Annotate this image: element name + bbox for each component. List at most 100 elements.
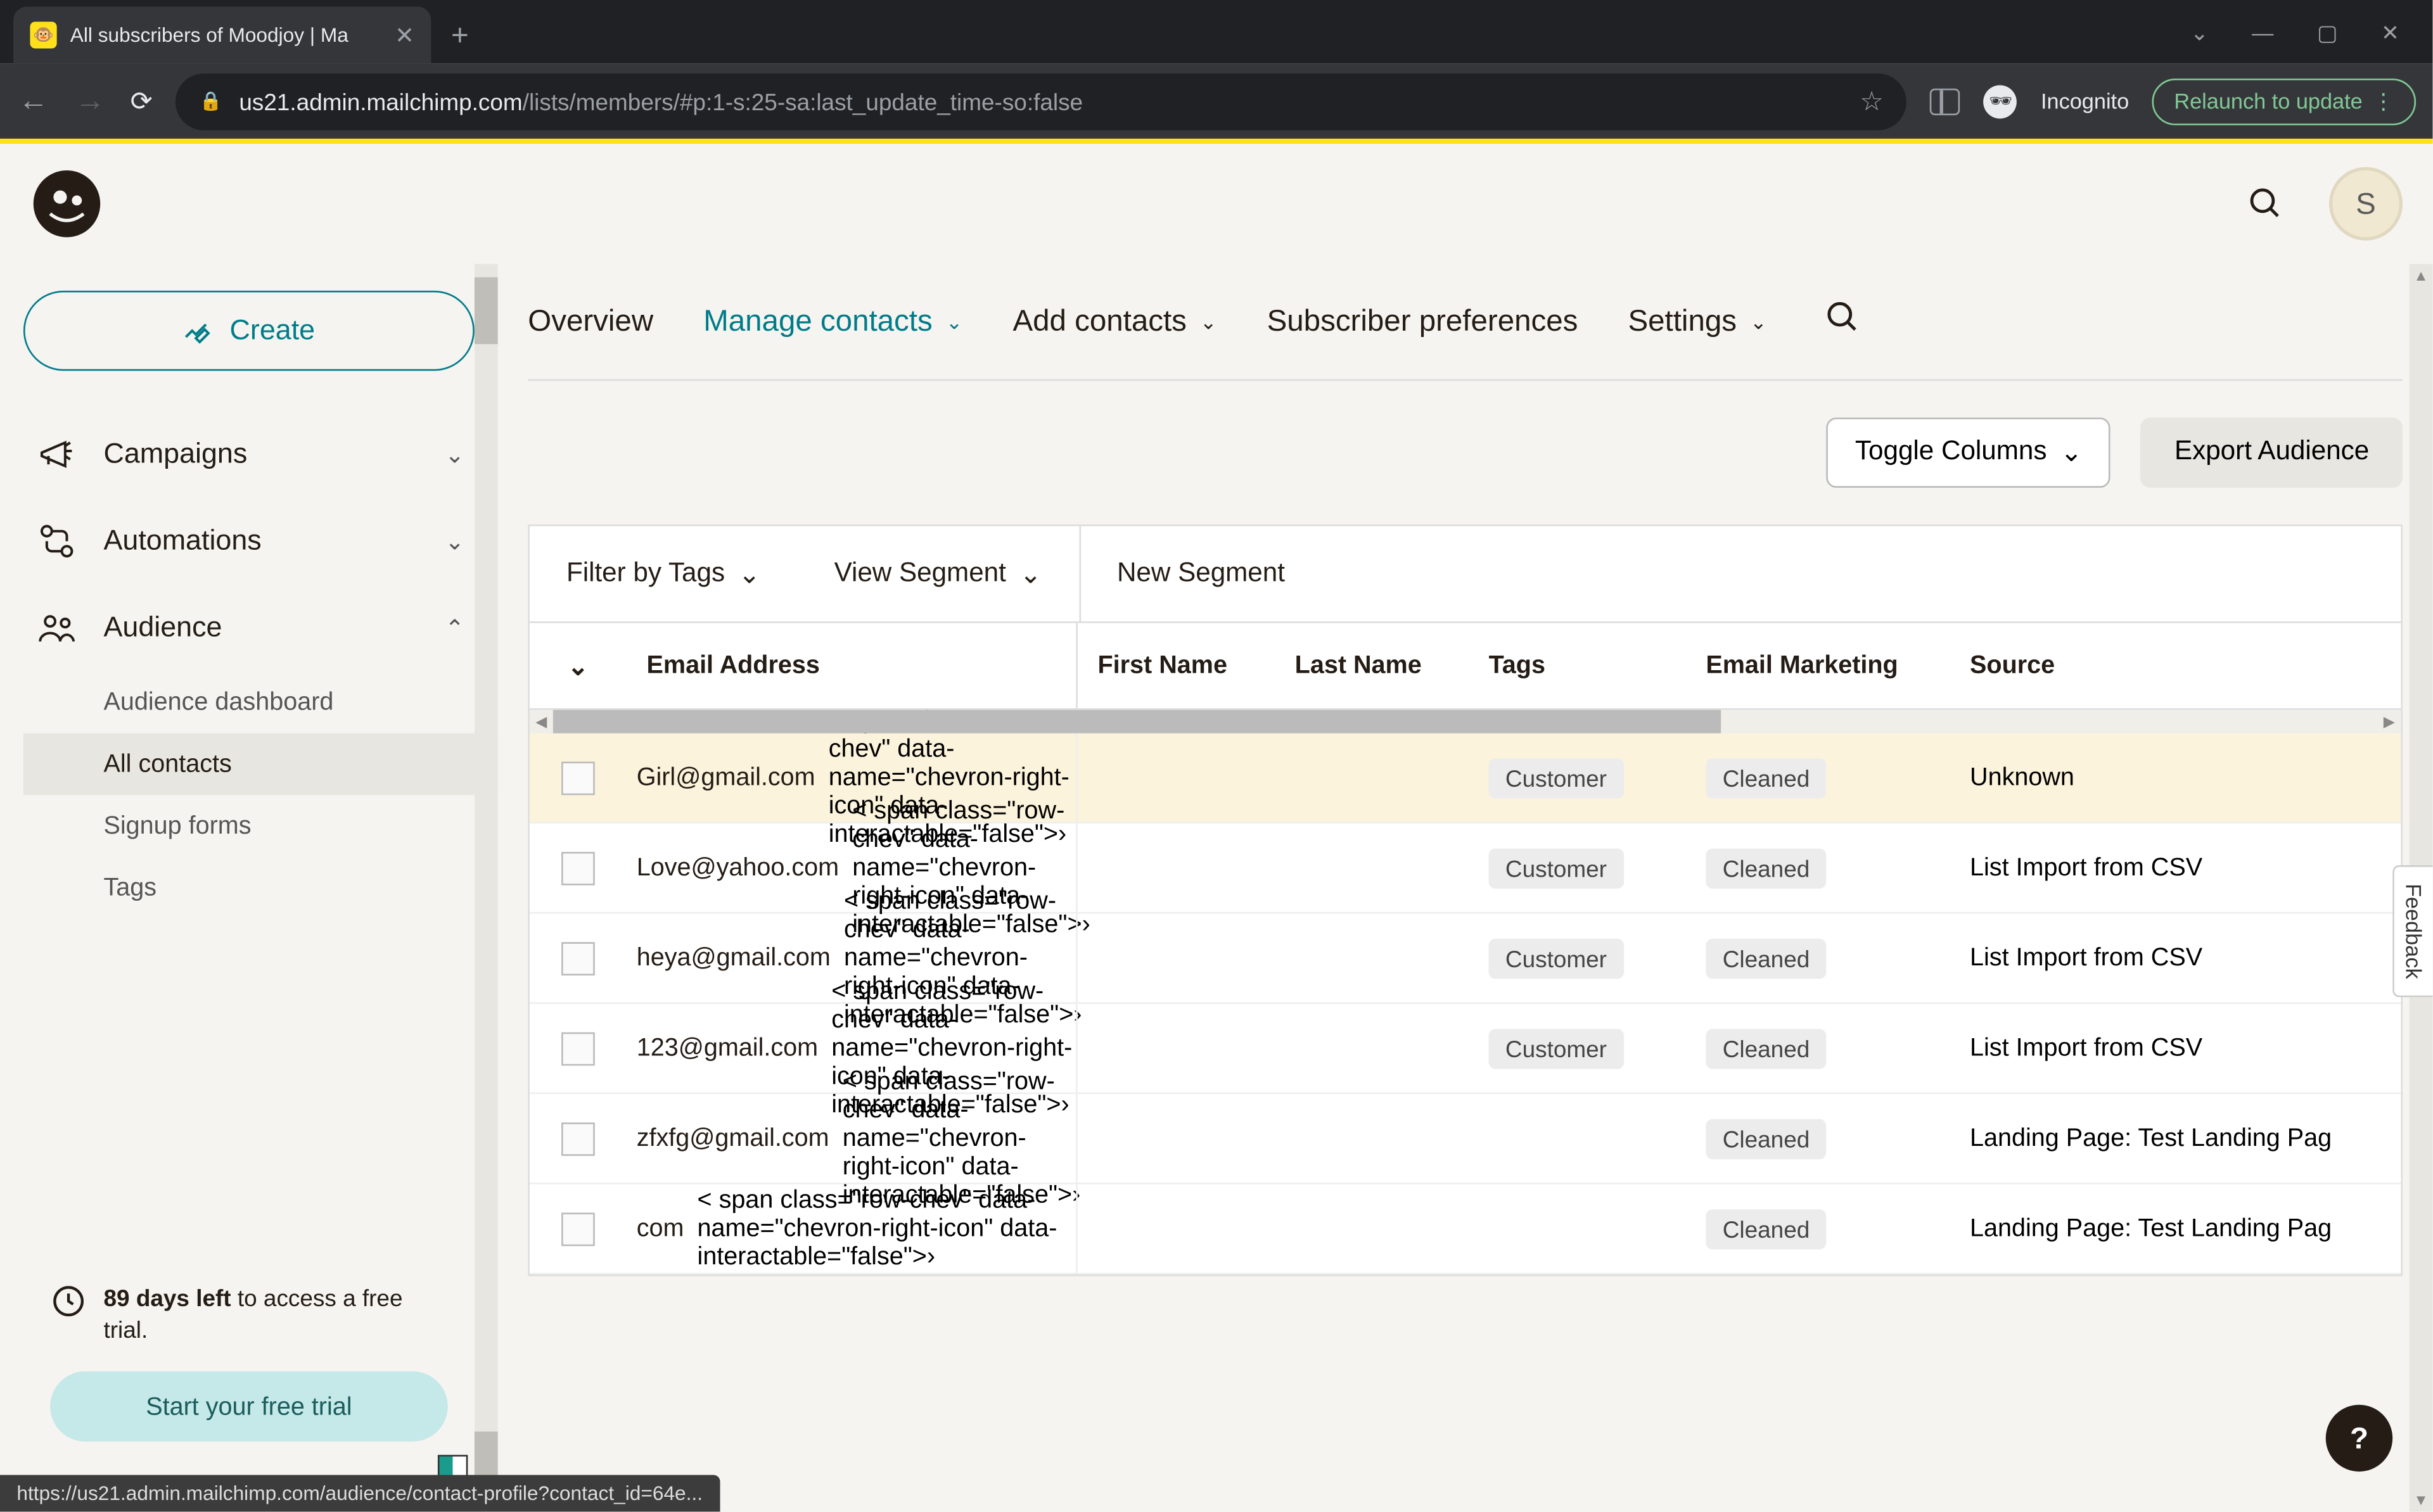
cell-email[interactable]: zfxfg@gmail.com < span class="row-chev" … <box>627 1094 1078 1183</box>
sidebar-item-automations[interactable]: Automations ⌄ <box>23 498 475 585</box>
row-checkbox[interactable] <box>561 1212 595 1245</box>
incognito-icon[interactable]: 🕶 <box>1984 84 2017 118</box>
chevron-down-icon: ⌄ <box>738 557 760 590</box>
tab-add-contacts[interactable]: Add contacts⌄ <box>1012 304 1216 339</box>
close-tab-icon[interactable]: ✕ <box>395 21 414 49</box>
browser-tab-strip: 🐵 All subscribers of Moodjoy | Ma ✕ + ⌄ … <box>0 0 2432 63</box>
cell-source: Landing Page: Test Landing Pag <box>1950 1214 2401 1243</box>
subnav-all-contacts[interactable]: All contacts <box>23 734 498 796</box>
cell-tags: Customer <box>1469 848 1686 887</box>
filter-by-tags[interactable]: Filter by Tags⌄ <box>530 557 798 590</box>
window-controls: ⌄ — ▢ ✕ <box>2190 20 2433 47</box>
cell-email-marketing: Cleaned <box>1686 848 1950 887</box>
row-checkbox[interactable] <box>561 941 595 975</box>
chevron-down-icon: ⌄ <box>445 440 464 469</box>
col-first-name[interactable]: First Name <box>1078 651 1275 680</box>
row-checkbox[interactable] <box>561 1122 595 1155</box>
new-segment[interactable]: New Segment <box>1080 559 1322 588</box>
close-window-icon[interactable]: ✕ <box>2381 20 2399 47</box>
table-row[interactable]: heya@gmail.com < span class="row-chev" d… <box>530 913 2401 1003</box>
toggle-columns-button[interactable]: Toggle Columns⌄ <box>1827 417 2111 488</box>
cell-email[interactable]: com < span class="row-chev" data-name="c… <box>627 1185 1078 1273</box>
address-bar: ← → ⟳ 🔒 us21.admin.mailchimp.com/lists/m… <box>0 63 2432 144</box>
main-content: Overview Manage contacts⌄ Add contacts⌄ … <box>498 264 2433 1512</box>
cell-email-marketing: Cleaned <box>1686 1118 1950 1158</box>
forward-button[interactable]: → <box>73 84 107 118</box>
megaphone-icon <box>34 435 80 474</box>
cell-email-marketing: Cleaned <box>1686 1028 1950 1068</box>
menu-dots-icon: ⋮ <box>2373 87 2394 114</box>
cell-source: Unknown <box>1950 763 2401 792</box>
table-horizontal-scrollbar[interactable]: ◀ ▶ <box>530 710 2401 734</box>
chevron-down-icon: ⌄ <box>1750 310 1767 333</box>
contacts-table: ⌄ Email Address First Name Last Name Tag… <box>528 621 2403 1276</box>
maximize-icon[interactable]: ▢ <box>2317 20 2337 47</box>
cell-source: List Import from CSV <box>1950 1034 2401 1062</box>
browser-status-bar: https://us21.admin.mailchimp.com/audienc… <box>0 1475 719 1511</box>
sidebar-scrollbar[interactable] <box>475 264 498 1512</box>
trial-text: 89 days left to access a free trial. <box>103 1283 447 1348</box>
chevron-down-icon: ⌄ <box>568 651 589 680</box>
start-trial-button[interactable]: Start your free trial <box>50 1371 448 1442</box>
cell-tags: Customer <box>1469 1028 1686 1068</box>
table-row[interactable]: zfxfg@gmail.com < span class="row-chev" … <box>530 1094 2401 1184</box>
col-source[interactable]: Source <box>1950 651 2401 680</box>
automations-icon <box>34 521 80 561</box>
url-field[interactable]: 🔒 us21.admin.mailchimp.com/lists/members… <box>176 73 1907 130</box>
select-all-toggle[interactable]: ⌄ <box>530 651 627 680</box>
chevron-down-icon: ⌄ <box>445 527 464 556</box>
scroll-right-icon[interactable]: ▶ <box>2377 713 2401 731</box>
sidebar-item-audience[interactable]: Audience ⌃ <box>23 585 475 671</box>
help-button[interactable]: ? <box>2326 1405 2392 1471</box>
table-row[interactable]: Girl@gmail.com < span class="row-chev" d… <box>530 734 2401 823</box>
browser-tab[interactable]: 🐵 All subscribers of Moodjoy | Ma ✕ <box>13 7 431 64</box>
clock-icon <box>50 1283 87 1348</box>
tab-overview[interactable]: Overview <box>528 304 653 339</box>
cell-email-marketing: Cleaned <box>1686 758 1950 797</box>
bookmark-star-icon[interactable]: ☆ <box>1860 84 1884 118</box>
col-tags[interactable]: Tags <box>1469 651 1686 680</box>
relaunch-button[interactable]: Relaunch to update⋮ <box>2152 78 2416 125</box>
feedback-tab[interactable]: Feedback <box>2392 865 2432 998</box>
col-email[interactable]: Email Address <box>627 623 1078 708</box>
cell-source: List Import from CSV <box>1950 854 2401 882</box>
table-row[interactable]: 123@gmail.com < span class="row-chev" da… <box>530 1004 2401 1094</box>
export-audience-button[interactable]: Export Audience <box>2141 417 2403 488</box>
contacts-search-icon[interactable] <box>1823 299 1860 344</box>
lock-icon: 🔒 <box>200 90 222 111</box>
avatar[interactable]: S <box>2329 167 2403 241</box>
row-checkbox[interactable] <box>561 851 595 885</box>
back-button[interactable]: ← <box>16 84 50 118</box>
create-button[interactable]: Create <box>23 291 475 371</box>
col-last-name[interactable]: Last Name <box>1275 651 1469 680</box>
sidebar-item-campaigns[interactable]: Campaigns ⌄ <box>23 411 475 498</box>
tab-manage-contacts[interactable]: Manage contacts⌄ <box>703 304 962 339</box>
row-checkbox[interactable] <box>561 1031 595 1065</box>
table-row[interactable]: com < span class="row-chev" data-name="c… <box>530 1185 2401 1274</box>
mailchimp-logo[interactable] <box>30 167 103 241</box>
tab-search-icon[interactable]: ⌄ <box>2190 20 2209 47</box>
view-segment[interactable]: View Segment⌄ <box>798 557 1079 590</box>
row-checkbox[interactable] <box>561 761 595 794</box>
subnav-signup-forms[interactable]: Signup forms <box>103 795 474 857</box>
tab-subscriber-preferences[interactable]: Subscriber preferences <box>1267 304 1578 339</box>
cell-source: List Import from CSV <box>1950 944 2401 972</box>
chevron-down-icon: ⌄ <box>2060 436 2083 469</box>
minimize-icon[interactable]: — <box>2252 20 2273 47</box>
main-nav-tabs: Overview Manage contacts⌄ Add contacts⌄ … <box>528 264 2403 381</box>
side-panel-icon[interactable] <box>1931 87 1960 114</box>
incognito-label: Incognito <box>2041 89 2129 114</box>
scroll-left-icon[interactable]: ◀ <box>530 713 553 731</box>
reload-button[interactable]: ⟳ <box>131 84 153 118</box>
subnav-audience-dashboard[interactable]: Audience dashboard <box>103 671 474 734</box>
audience-icon <box>34 608 80 648</box>
table-row[interactable]: Love@yahoo.com < span class="row-chev" d… <box>530 823 2401 913</box>
table-header-row: ⌄ Email Address First Name Last Name Tag… <box>530 623 2401 710</box>
new-tab-button[interactable]: + <box>451 18 469 53</box>
col-email-marketing[interactable]: Email Marketing <box>1686 651 1950 680</box>
table-actions: Toggle Columns⌄ Export Audience <box>528 381 2403 524</box>
subnav-tags[interactable]: Tags <box>103 857 474 919</box>
tab-settings[interactable]: Settings⌄ <box>1628 304 1766 339</box>
cell-tags: Customer <box>1469 938 1686 978</box>
search-button[interactable] <box>2232 170 2299 237</box>
